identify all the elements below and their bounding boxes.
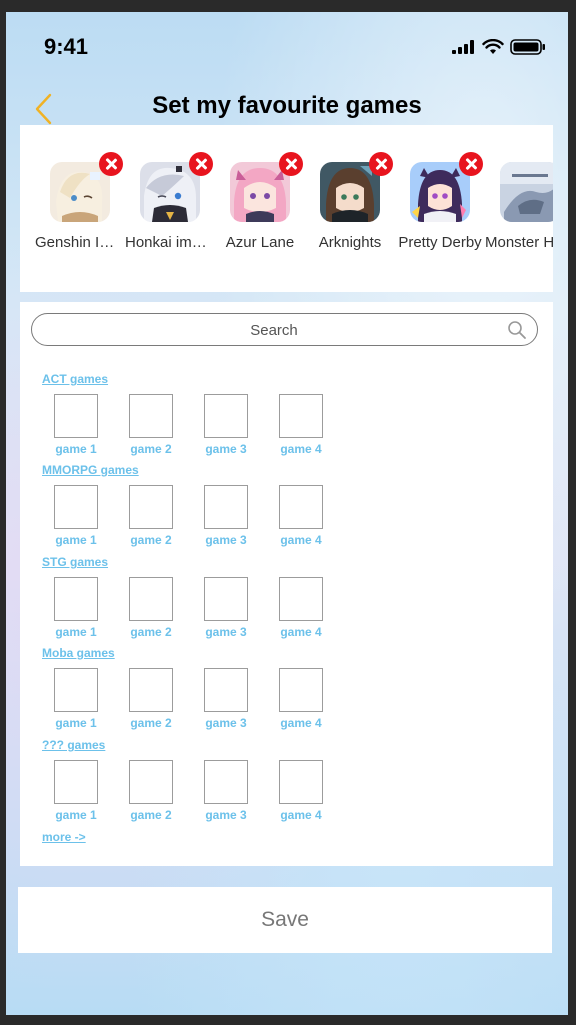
game-tile[interactable]: game 3 [192,760,254,826]
section-title[interactable]: ACT games [42,372,108,386]
section-act-games: ACT games game 1 game 2 game 3 game 4 [20,372,553,464]
game-thumbnail [204,668,248,712]
game-tile[interactable]: game 1 [42,394,104,460]
game-label: game 3 [205,625,247,639]
game-label: game 1 [55,808,97,822]
game-tile[interactable]: game 3 [192,394,254,460]
game-tile[interactable]: game 1 [42,760,104,826]
game-thumbnail [279,668,323,712]
game-tile[interactable]: game 4 [267,760,329,826]
cellular-signal-icon [452,40,474,54]
game-thumbnail [279,394,323,438]
game-tile[interactable]: game 4 [267,577,329,643]
favourite-games-panel[interactable]: Genshin Impact Honkai impact [20,125,553,292]
save-button[interactable]: Save [18,887,552,953]
section-moba-games: Moba games game 1 game 2 game 3 game 4 [20,646,553,738]
game-tile[interactable]: game 3 [192,668,254,734]
game-label: game 1 [55,625,97,639]
game-tile[interactable]: game 3 [192,577,254,643]
game-tile[interactable]: game 4 [267,485,329,551]
phone-screen: 9:41 Set my favourite games Genshin Imp … [6,12,568,1015]
search-bar[interactable] [31,313,538,346]
status-icons [452,38,546,56]
remove-favourite-button[interactable] [189,152,213,176]
favourite-game-label: Azur Lane [225,234,295,251]
section-title[interactable]: Moba games [42,646,115,660]
game-browser-panel: ACT games game 1 game 2 game 3 game 4 MM… [20,302,553,866]
save-button-label: Save [261,908,309,931]
game-thumbnail [54,577,98,621]
game-thumbnail [54,668,98,712]
remove-favourite-button[interactable] [459,152,483,176]
game-label: game 1 [55,533,97,547]
game-tile[interactable]: game 2 [117,394,179,460]
section-title[interactable]: STG games [42,555,108,569]
section-stg-games: STG games game 1 game 2 game 3 game 4 [20,555,553,647]
game-thumbnail [204,485,248,529]
game-label: game 2 [130,808,172,822]
game-thumbnail [279,485,323,529]
search-input[interactable] [52,318,496,343]
section-unknown-games: ??? games game 1 game 2 game 3 game 4 [20,738,553,830]
remove-favourite-button[interactable] [279,152,303,176]
game-thumbnail [54,394,98,438]
favourite-game-label: Pretty Derby [398,234,482,251]
battery-icon [510,39,545,55]
remove-favourite-button[interactable] [99,152,123,176]
remove-favourite-button[interactable] [369,152,393,176]
game-thumbnail [129,668,173,712]
game-label: game 3 [205,533,247,547]
game-thumbnail [129,394,173,438]
game-label: game 2 [130,625,172,639]
game-tile[interactable]: game 3 [192,485,254,551]
game-label: game 2 [130,442,172,456]
game-thumbnail [54,760,98,804]
favourite-game-label: Genshin Impact [35,234,125,251]
game-tile[interactable]: game 1 [42,485,104,551]
game-label: game 1 [55,442,97,456]
game-tile[interactable]: game 4 [267,668,329,734]
page-title: Set my favourite games [152,92,422,119]
game-label: game 3 [205,442,247,456]
game-tile[interactable]: game 2 [117,760,179,826]
game-label: game 4 [280,533,322,547]
game-thumbnail [129,577,173,621]
game-thumbnail [204,394,248,438]
game-thumbnail [54,485,98,529]
game-thumbnail [129,485,173,529]
favourite-game-label: Monster Hunter [485,234,553,251]
game-thumbnail [279,760,323,804]
game-thumbnail [204,577,248,621]
favourite-game-label: Arknights [318,234,382,251]
game-thumbnail [279,577,323,621]
game-thumbnail [204,760,248,804]
game-label: game 4 [280,442,322,456]
game-tile[interactable]: game 1 [42,668,104,734]
section-mmorpg-games: MMORPG games game 1 game 2 game 3 game 4 [20,463,553,555]
search-icon[interactable] [507,320,527,340]
game-label: game 3 [205,808,247,822]
game-thumbnail [129,760,173,804]
game-label: game 2 [130,533,172,547]
game-tile[interactable]: game 4 [267,394,329,460]
favourite-game-label: Honkai impact [125,234,215,251]
game-label: game 4 [280,808,322,822]
status-time: 9:41 [44,34,89,59]
game-tile[interactable]: game 1 [42,577,104,643]
section-title[interactable]: MMORPG games [42,463,139,477]
game-tile[interactable]: game 2 [117,668,179,734]
section-title[interactable]: ??? games [42,738,105,752]
status-bar: 9:41 [6,12,568,72]
game-tile[interactable]: game 2 [117,577,179,643]
game-label: game 3 [205,716,247,730]
game-label: game 4 [280,625,322,639]
game-label: game 4 [280,716,322,730]
game-tile[interactable]: game 2 [117,485,179,551]
wifi-icon [482,39,504,54]
more-link[interactable]: more -> [42,830,86,844]
monster-hunter-game-icon [500,162,553,222]
game-label: game 1 [55,716,97,730]
game-label: game 2 [130,716,172,730]
